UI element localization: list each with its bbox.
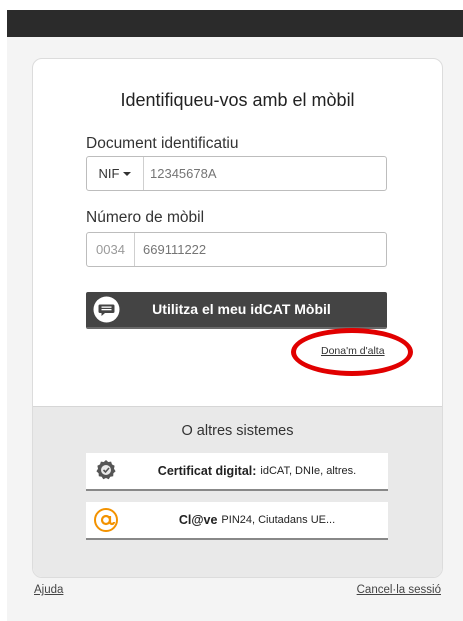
certificat-digital-button[interactable]: Certificat digital: idCAT, DNIe, altres.: [86, 453, 388, 491]
card-title: Identifiqueu-vos amb el mòbil: [120, 90, 355, 110]
certificat-strong: Certificat digital:: [157, 464, 257, 478]
document-field: NIF: [86, 156, 387, 191]
idcat-mobil-button-label: Utilitza el meu idCAT Mòbil: [152, 301, 331, 317]
certificate-badge-icon: [96, 460, 116, 480]
document-type-select[interactable]: NIF: [87, 157, 144, 190]
clave-text: Cl@ve PIN24, Ciutadans UE...: [126, 502, 388, 538]
cancel-session-link[interactable]: Cancel·la sessió: [357, 584, 441, 596]
certificat-text: Certificat digital: idCAT, DNIe, altres.: [126, 453, 388, 489]
chevron-down-icon: [123, 171, 132, 176]
idcat-mobil-button[interactable]: Utilitza el meu idCAT Mòbil: [86, 292, 387, 329]
alternative-systems: O altres sistemes Certificat digital: id…: [33, 406, 442, 577]
clave-detail: PIN24, Ciutadans UE...: [221, 514, 336, 526]
certificat-detail: idCAT, DNIe, altres.: [260, 465, 357, 477]
mobile-input[interactable]: [143, 233, 378, 266]
signup-link[interactable]: Dona'm d'alta: [321, 345, 385, 357]
clave-at-icon: [94, 508, 118, 532]
alternatives-title: O altres sistemes: [181, 423, 294, 439]
document-input[interactable]: [150, 157, 380, 190]
login-card: Identifiqueu-vos amb el mòbil Document i…: [32, 58, 443, 578]
mobile-prefix: 0034: [87, 233, 135, 266]
mobile-field: 0034: [86, 232, 387, 267]
clave-strong: Cl@ve: [178, 513, 218, 527]
clave-button[interactable]: Cl@ve PIN24, Ciutadans UE...: [86, 502, 388, 540]
help-link[interactable]: Ajuda: [34, 584, 63, 596]
document-label: Document identificatiu: [86, 135, 239, 152]
top-bar: [7, 10, 463, 37]
document-type-value: NIF: [98, 166, 120, 181]
mobile-label: Número de mòbil: [86, 209, 205, 226]
